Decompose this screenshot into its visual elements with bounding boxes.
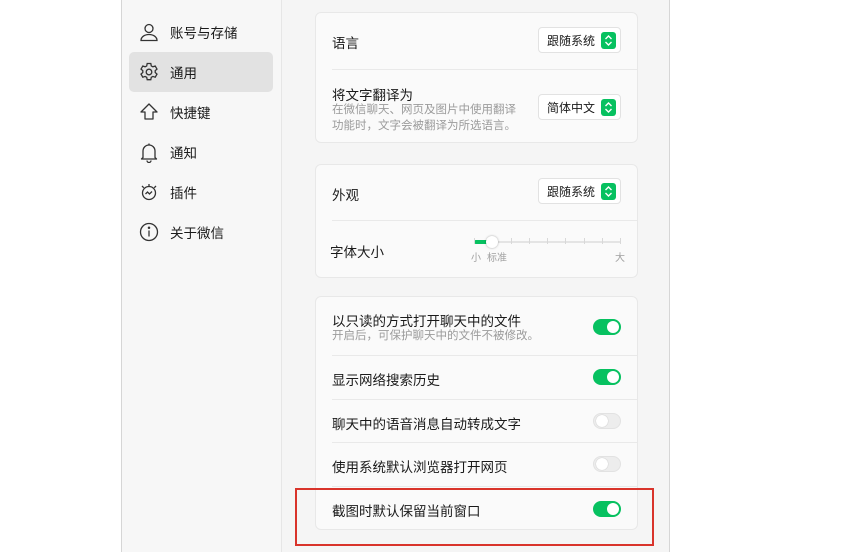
- settings-sidebar: 账号与存储 通用 快捷键 通知 插件 关于微信: [122, 0, 282, 552]
- gear-icon: [138, 61, 160, 83]
- sidebar-item-plugins[interactable]: 插件: [129, 172, 273, 212]
- translate-desc-line1: 在微信聊天、网页及图片中使用翻译: [332, 102, 516, 116]
- voice-to-text-row: 聊天中的语音消息自动转成文字: [316, 400, 637, 443]
- appearance-row: 外观 跟随系统: [316, 165, 637, 220]
- readonly-files-row: 以只读的方式打开聊天中的文件 开启后，可保护聊天中的文件不被修改。: [316, 297, 637, 355]
- appearance-card: 外观 跟随系统 字体大小 小 标准 大: [315, 164, 638, 278]
- language-title: 语言: [332, 36, 359, 52]
- language-select[interactable]: 跟随系统: [537, 27, 621, 53]
- shortcut-arrow-icon: [138, 101, 160, 123]
- slider-tick: [620, 238, 621, 244]
- translate-desc-line2: 功能时，文字会被翻译为所选语言。: [332, 118, 516, 132]
- sidebar-item-label: 关于微信: [170, 226, 224, 242]
- voice-to-text-toggle[interactable]: [593, 413, 621, 429]
- sidebar-item-shortcuts[interactable]: 快捷键: [129, 92, 273, 132]
- translate-row: 将文字翻译为 在微信聊天、网页及图片中使用翻译 功能时，文字会被翻译为所选语言。…: [316, 70, 637, 144]
- readonly-files-desc: 开启后，可保护聊天中的文件不被修改。: [332, 328, 539, 342]
- voice-to-text-title: 聊天中的语音消息自动转成文字: [332, 417, 521, 433]
- screenshot-keep-window-row: 截图时默认保留当前窗口: [316, 487, 637, 531]
- font-size-slider[interactable]: 小 标准 大: [471, 229, 625, 269]
- slider-tick: [565, 238, 567, 244]
- slider-tick: [510, 238, 512, 244]
- slider-tick: [528, 238, 530, 244]
- translate-language-select[interactable]: 简体中文: [537, 94, 621, 120]
- search-history-title: 显示网络搜索历史: [332, 373, 440, 389]
- appearance-select[interactable]: 跟随系统: [537, 178, 621, 204]
- sidebar-item-label: 账号与存储: [170, 26, 238, 42]
- sidebar-item-label: 插件: [170, 186, 197, 202]
- sidebar-item-label: 快捷键: [170, 106, 211, 122]
- slider-tick: [583, 238, 585, 244]
- translate-select-value: 简体中文: [546, 100, 595, 115]
- sidebar-item-about-wechat[interactable]: 关于微信: [129, 212, 273, 252]
- search-history-toggle[interactable]: [593, 369, 621, 385]
- screenshot-keep-window-toggle[interactable]: [593, 501, 621, 517]
- updown-chevron-icon: [601, 98, 616, 116]
- slider-tick: [474, 238, 475, 244]
- bell-icon: [138, 141, 160, 163]
- slider-tick: [547, 238, 548, 244]
- sidebar-item-account-storage[interactable]: 账号与存储: [129, 12, 273, 52]
- sidebar-item-label: 通用: [170, 66, 197, 82]
- sidebar-item-notifications[interactable]: 通知: [129, 132, 273, 172]
- person-icon: [138, 21, 160, 43]
- appearance-title: 外观: [332, 188, 359, 204]
- font-size-row: 字体大小 小 标准 大: [316, 221, 637, 279]
- language-select-value: 跟随系统: [546, 33, 595, 48]
- system-browser-title: 使用系统默认浏览器打开网页: [332, 460, 508, 476]
- window-border-right: [669, 0, 670, 552]
- plugin-icon: [138, 181, 160, 203]
- readonly-files-toggle[interactable]: [593, 319, 621, 335]
- sidebar-item-label: 通知: [170, 146, 197, 162]
- font-size-title: 字体大小: [330, 245, 384, 261]
- screenshot-keep-window-title: 截图时默认保留当前窗口: [332, 504, 481, 520]
- slider-label-large: 大: [615, 253, 625, 264]
- slider-thumb[interactable]: [486, 236, 499, 248]
- language-row: 语言 跟随系统: [316, 13, 637, 69]
- sidebar-item-general[interactable]: 通用: [129, 52, 273, 92]
- info-icon: [138, 221, 160, 243]
- language-card: 语言 跟随系统 将文字翻译为 在微信聊天、网页及图片中使用翻译 功能时，文字会被…: [315, 12, 638, 143]
- options-card: 以只读的方式打开聊天中的文件 开启后，可保护聊天中的文件不被修改。 显示网络搜索…: [315, 296, 638, 530]
- appearance-select-value: 跟随系统: [546, 184, 595, 199]
- slider-label-standard: 标准: [487, 253, 507, 264]
- updown-chevron-icon: [601, 31, 616, 49]
- updown-chevron-icon: [601, 182, 616, 200]
- search-history-row: 显示网络搜索历史: [316, 356, 637, 399]
- slider-tick: [601, 238, 603, 244]
- slider-label-small: 小: [471, 253, 481, 264]
- system-browser-row: 使用系统默认浏览器打开网页: [316, 443, 637, 486]
- settings-content: 语言 跟随系统 将文字翻译为 在微信聊天、网页及图片中使用翻译 功能时，文字会被…: [282, 0, 669, 552]
- system-browser-toggle[interactable]: [593, 456, 621, 472]
